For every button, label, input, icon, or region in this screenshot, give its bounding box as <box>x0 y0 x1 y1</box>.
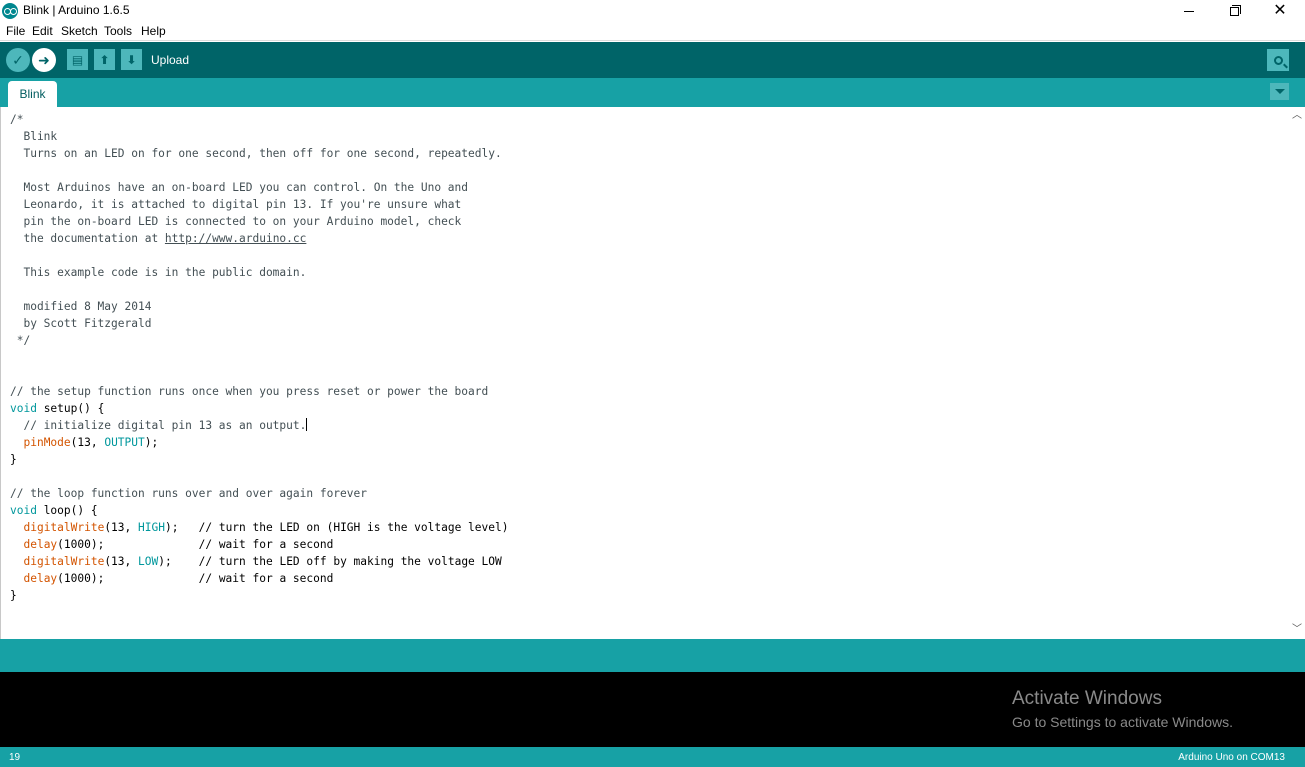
constant-high: HIGH <box>138 521 165 534</box>
keyword-void: void <box>10 402 37 415</box>
new-button[interactable]: ▤ <box>67 49 88 70</box>
documentation-link[interactable]: http://www.arduino.cc <box>165 232 306 245</box>
status-bar <box>0 747 1305 767</box>
tab-menu-button[interactable] <box>1270 83 1289 100</box>
message-bar <box>0 639 1305 672</box>
menu-bar: File Edit Sketch Tools Help <box>0 22 1305 41</box>
activation-watermark-title: Activate Windows <box>1012 688 1162 709</box>
arduino-logo-icon <box>2 3 18 19</box>
toolbar-hover-label: Upload <box>151 53 190 67</box>
arrow-down-icon: ⬇ <box>126 52 137 67</box>
arrow-right-icon: ➜ <box>38 51 50 68</box>
constant-output: OUTPUT <box>104 436 145 449</box>
function-delay: delay <box>23 538 58 551</box>
toolbar <box>0 42 1305 78</box>
code-line: setup() { <box>36 402 105 415</box>
code-line: // the loop function runs over and over … <box>10 487 367 500</box>
menu-tools[interactable]: Tools <box>104 24 132 38</box>
code-line: // initialize digital pin 13 as an outpu… <box>10 419 307 432</box>
code-text[interactable]: /* Blink Turns on an LED on for one seco… <box>10 111 508 604</box>
tab-blink[interactable]: Blink <box>8 81 57 107</box>
close-button[interactable]: ✕ <box>1257 0 1303 22</box>
chevron-down-icon <box>1274 89 1285 94</box>
new-file-icon: ▤ <box>71 52 84 67</box>
restore-button[interactable] <box>1211 0 1257 22</box>
function-digitalwrite: digitalWrite <box>23 555 105 568</box>
code-line: (1000); // wait for a second <box>57 538 334 551</box>
code-line: Leonardo, it is attached to digital pin … <box>10 198 462 211</box>
code-line: // the setup function runs once when you… <box>10 385 489 398</box>
menu-help[interactable]: Help <box>141 24 166 38</box>
upload-button[interactable]: ➜ <box>32 48 56 72</box>
window-title: Blink | Arduino 1.6.5 <box>23 3 130 17</box>
code-line: (1000); // wait for a second <box>57 572 334 585</box>
code-line: the documentation at <box>10 232 165 245</box>
verify-button[interactable]: ✓ <box>6 48 30 72</box>
magnifier-icon <box>1273 55 1283 65</box>
code-line: Most Arduinos have an on-board LED you c… <box>10 181 469 194</box>
constant-low: LOW <box>138 555 159 568</box>
check-icon: ✓ <box>12 51 24 68</box>
menu-edit[interactable]: Edit <box>32 24 53 38</box>
code-line: Turns on an LED on for one second, then … <box>10 147 502 160</box>
code-line: Blink <box>10 130 58 143</box>
code-line: loop() { <box>36 504 98 517</box>
code-line: modified 8 May 2014 <box>10 300 152 313</box>
code-line: } <box>10 589 17 602</box>
text-caret <box>306 418 308 431</box>
minimize-icon <box>1184 10 1194 12</box>
serial-monitor-button[interactable] <box>1267 49 1289 71</box>
code-line: /* <box>10 113 24 126</box>
activation-watermark-subtitle: Go to Settings to activate Windows. <box>1012 714 1233 730</box>
line-number: 19 <box>9 752 21 763</box>
code-line: (13, <box>104 521 138 534</box>
function-pinmode: pinMode <box>23 436 71 449</box>
code-line: (13, <box>104 555 138 568</box>
menu-file[interactable]: File <box>6 24 25 38</box>
save-button[interactable]: ⬇ <box>121 49 142 70</box>
function-delay: delay <box>23 572 58 585</box>
open-button[interactable]: ⬆ <box>94 49 115 70</box>
keyword-void: void <box>10 504 37 517</box>
code-line: by Scott Fitzgerald <box>10 317 152 330</box>
code-line: */ <box>10 334 31 347</box>
code-line: (13, <box>70 436 105 449</box>
code-line: ); // turn the LED on (HIGH is the volta… <box>164 521 509 534</box>
editor-scrollbar[interactable]: ︿ ﹀ <box>1289 107 1305 639</box>
code-line: ); // turn the LED off by making the vol… <box>158 555 502 568</box>
board-port-info: Arduino Uno on COM13 <box>1178 752 1285 763</box>
arrow-up-icon: ⬆ <box>99 52 110 67</box>
title-bar: Blink | Arduino 1.6.5 ✕ <box>0 0 1305 22</box>
close-icon: ✕ <box>1273 2 1287 19</box>
tab-bar <box>0 78 1305 107</box>
code-line: This example code is in the public domai… <box>10 266 307 279</box>
scroll-up-icon[interactable]: ︿ <box>1292 111 1302 121</box>
code-line: } <box>10 453 17 466</box>
code-line: ); <box>144 436 159 449</box>
code-line: pin the on-board LED is connected to on … <box>10 215 462 228</box>
code-editor[interactable]: /* Blink Turns on an LED on for one seco… <box>0 107 1289 639</box>
restore-icon <box>1229 4 1241 16</box>
function-digitalwrite: digitalWrite <box>23 521 105 534</box>
minimize-button[interactable] <box>1166 0 1212 22</box>
menu-sketch[interactable]: Sketch <box>61 24 98 38</box>
scroll-down-icon[interactable]: ﹀ <box>1292 625 1302 635</box>
